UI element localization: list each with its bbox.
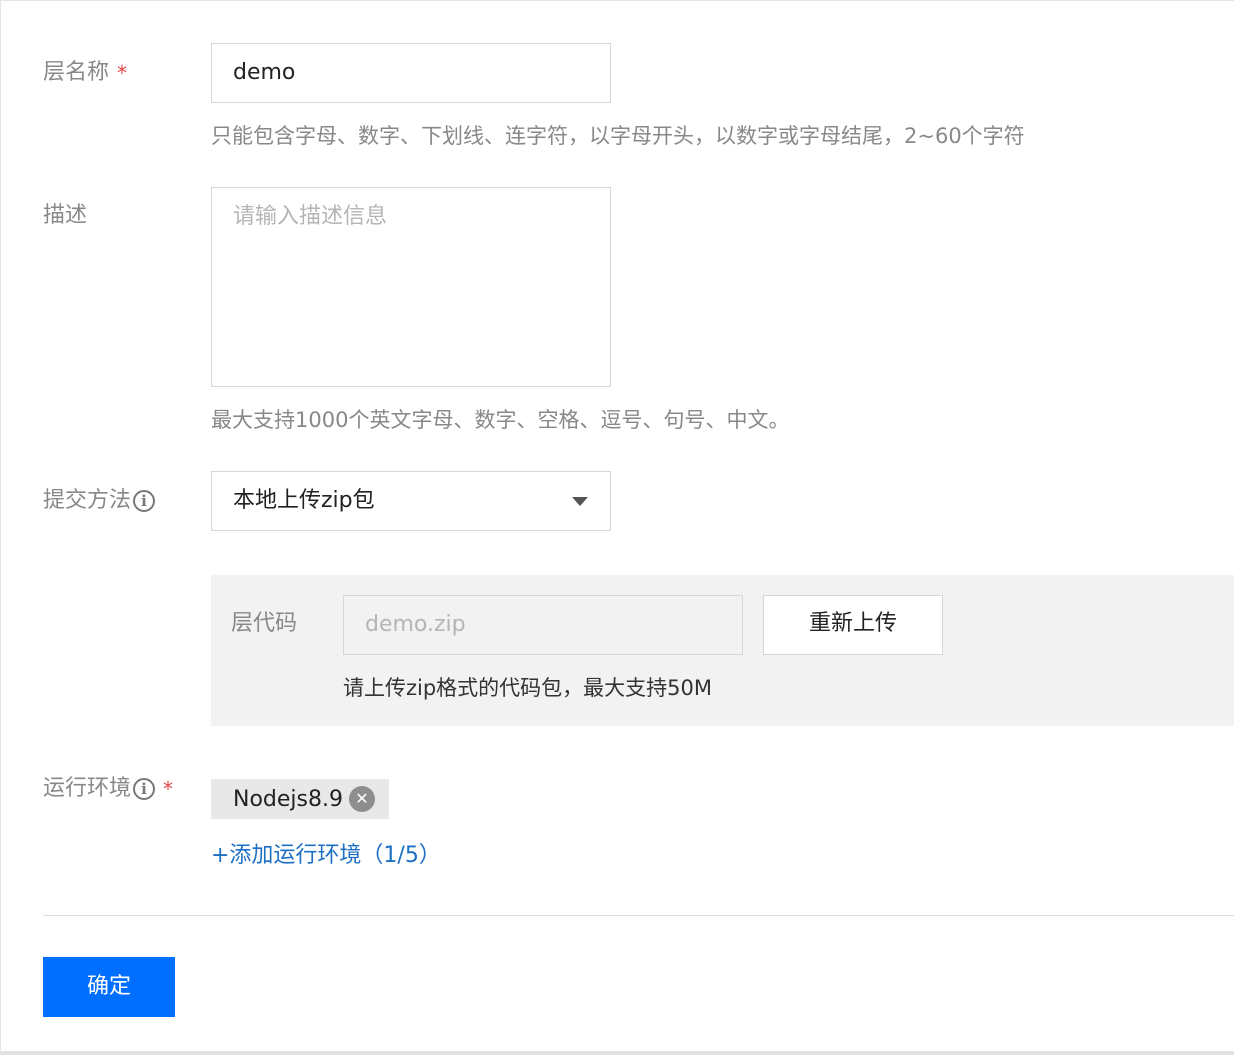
divider — [43, 915, 1234, 916]
required-mark: * — [117, 61, 128, 85]
runtime-tag: Nodejs8.9 ✕ — [211, 779, 389, 819]
add-runtime-link[interactable]: +添加运行环境（1/5） — [211, 841, 441, 871]
runtime-label: 运行环境 i * — [43, 774, 173, 804]
layer-name-input[interactable]: demo — [211, 43, 611, 103]
reupload-button[interactable]: 重新上传 — [763, 595, 943, 655]
upload-hint: 请上传zip格式的代码包，最大支持50M — [343, 676, 713, 700]
close-icon[interactable]: ✕ — [348, 786, 375, 812]
layer-name-label-text: 层名称 — [43, 60, 110, 85]
info-circle-icon[interactable]: i — [133, 778, 156, 800]
layer-code-label-text: 层代码 — [231, 611, 298, 636]
layer-name-hint: 只能包含字母、数字、下划线、连字符，以字母开头，以数字或字母结尾，2~60个字符 — [211, 124, 1025, 148]
description-label-text: 描述 — [43, 203, 88, 228]
upload-panel: 层代码 demo.zip 重新上传 请上传zip格式的代码包，最大支持50M — [211, 575, 1234, 726]
confirm-button[interactable]: 确定 — [43, 957, 175, 1017]
layer-code-label: 层代码 — [231, 609, 297, 639]
layer-name-label: 层名称 * — [43, 58, 127, 88]
submit-method-label-text: 提交方法 — [43, 488, 132, 513]
submit-method-selected: 本地上传zip包 — [233, 488, 375, 513]
submit-method-select[interactable]: 本地上传zip包 — [211, 471, 611, 531]
runtime-tag-label: Nodejs8.9 — [233, 786, 343, 812]
description-placeholder: 请输入描述信息 — [233, 204, 388, 229]
description-textarea[interactable]: 请输入描述信息 — [211, 187, 611, 387]
upload-file-field[interactable]: demo.zip — [343, 595, 743, 655]
info-circle-icon[interactable]: i — [133, 490, 156, 512]
submit-method-label: 提交方法 i — [43, 486, 156, 516]
description-label: 描述 — [43, 201, 87, 231]
chevron-down-icon — [572, 497, 588, 506]
description-hint: 最大支持1000个英文字母、数字、空格、逗号、句号、中文。 — [211, 408, 790, 432]
runtime-label-text: 运行环境 — [43, 776, 132, 801]
required-mark: * — [163, 777, 174, 801]
form-container: 层名称 * demo 只能包含字母、数字、下划线、连字符，以字母开头，以数字或字… — [0, 0, 1234, 1055]
